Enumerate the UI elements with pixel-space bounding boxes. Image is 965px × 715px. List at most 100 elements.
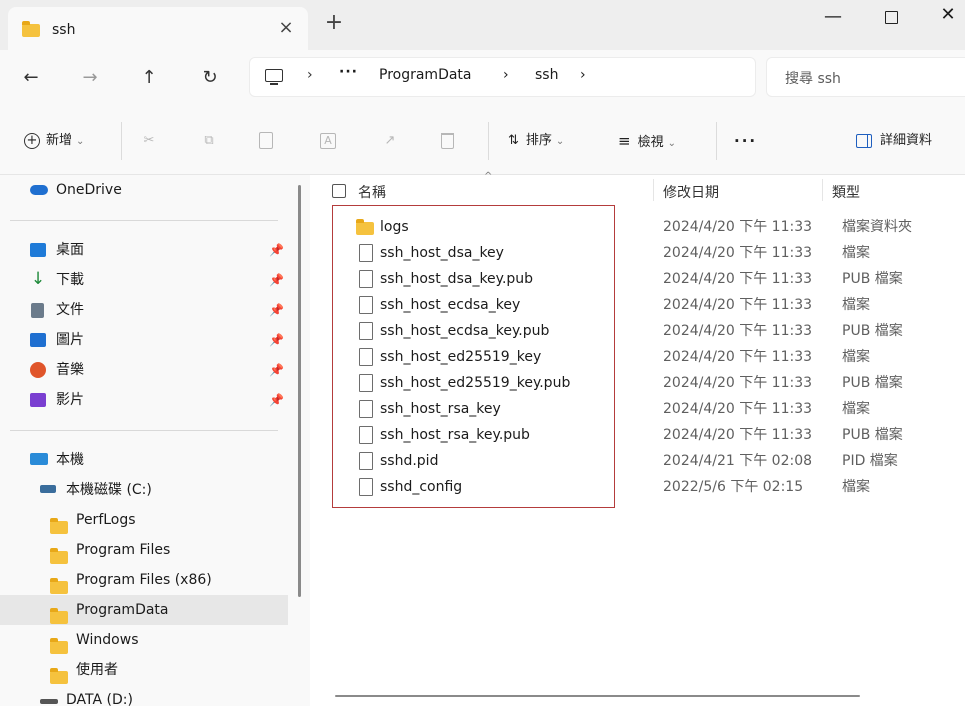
- sidebar-item-drive-d[interactable]: DATA (D:): [0, 685, 288, 715]
- file-icon: [359, 478, 373, 496]
- up-button[interactable]: ↑: [135, 64, 163, 92]
- breadcrumb-separator[interactable]: ›: [503, 67, 509, 83]
- delete-button[interactable]: [441, 128, 454, 154]
- cloud-icon: [30, 185, 48, 195]
- new-button[interactable]: + 新增 ⌄: [24, 128, 84, 154]
- sidebar-item-label: 本機磁碟 (C:): [66, 482, 152, 498]
- sidebar-item-windows[interactable]: Windows: [0, 625, 288, 655]
- file-type: 檔案: [842, 297, 870, 313]
- sidebar-item-program-files[interactable]: Program Files: [0, 535, 288, 565]
- sidebar-item-documents[interactable]: 文件 📌: [0, 295, 288, 325]
- sidebar-item-label: 圖片: [56, 332, 84, 348]
- paste-button[interactable]: [259, 128, 273, 154]
- file-icon: [359, 296, 373, 314]
- view-button[interactable]: ≡ 檢視 ⌄: [618, 128, 676, 154]
- column-divider[interactable]: [822, 179, 823, 201]
- details-pane-button[interactable]: 詳細資料: [856, 128, 932, 154]
- table-row[interactable]: sshd.pid 2024/4/21 下午 02:08 PID 檔案: [310, 448, 965, 474]
- table-row[interactable]: ssh_host_dsa_key 2024/4/20 下午 11:33 檔案: [310, 240, 965, 266]
- sidebar-item-desktop[interactable]: 桌面 📌: [0, 235, 288, 265]
- file-type: 檔案: [842, 479, 870, 495]
- table-row[interactable]: ssh_host_ed25519_key 2024/4/20 下午 11:33 檔案: [310, 344, 965, 370]
- divider: [121, 122, 122, 160]
- pin-icon[interactable]: 📌: [269, 325, 284, 355]
- table-row[interactable]: ssh_host_ecdsa_key.pub 2024/4/20 下午 11:33…: [310, 318, 965, 344]
- sidebar-item-programdata[interactable]: ProgramData: [0, 595, 288, 625]
- file-type: PUB 檔案: [842, 323, 903, 339]
- maximize-button[interactable]: [876, 4, 906, 30]
- sort-button[interactable]: ⇅ 排序 ⌄: [508, 128, 564, 154]
- table-row[interactable]: ssh_host_rsa_key 2024/4/20 下午 11:33 檔案: [310, 396, 965, 422]
- search-placeholder: 搜尋 ssh: [785, 71, 841, 87]
- address-bar[interactable]: › ··· ProgramData › ssh ›: [249, 57, 756, 97]
- column-header-name[interactable]: 名稱: [358, 182, 386, 202]
- maximize-icon: [885, 11, 898, 24]
- close-window-button[interactable]: ✕: [933, 4, 963, 25]
- table-row[interactable]: ssh_host_dsa_key.pub 2024/4/20 下午 11:33 PU…: [310, 266, 965, 292]
- pin-icon[interactable]: 📌: [269, 265, 284, 295]
- divider: [716, 122, 717, 160]
- select-all-checkbox[interactable]: [332, 184, 346, 198]
- sidebar-item-label: 使用者: [76, 662, 118, 678]
- file-type: PUB 檔案: [842, 271, 903, 287]
- sidebar-item-pictures[interactable]: 圖片 📌: [0, 325, 288, 355]
- horizontal-scrollbar[interactable]: [335, 695, 860, 697]
- drive-icon: [40, 485, 56, 493]
- column-header-date[interactable]: 修改日期: [663, 182, 719, 202]
- table-row[interactable]: ssh_host_ed25519_key.pub 2024/4/20 下午 11:…: [310, 370, 965, 396]
- back-button[interactable]: ←: [17, 64, 45, 92]
- more-options-button[interactable]: ···: [734, 128, 757, 154]
- sidebar-item-onedrive[interactable]: OneDrive: [0, 175, 288, 205]
- pin-icon[interactable]: 📌: [269, 295, 284, 325]
- table-row[interactable]: sshd_config 2022/5/6 下午 02:15 檔案: [310, 474, 965, 500]
- sidebar-item-downloads[interactable]: ↓ 下載 📌: [0, 265, 288, 295]
- file-type: 檔案: [842, 349, 870, 365]
- forward-button[interactable]: →: [76, 64, 104, 92]
- minimize-button[interactable]: —: [818, 6, 848, 27]
- sidebar-item-videos[interactable]: 影片 📌: [0, 385, 288, 415]
- sidebar-item-this-pc[interactable]: 本機: [0, 445, 288, 475]
- sidebar-item-music[interactable]: 音樂 📌: [0, 355, 288, 385]
- close-tab-icon[interactable]: ×: [274, 17, 298, 38]
- breadcrumb-separator[interactable]: ›: [580, 67, 586, 83]
- sidebar-item-label: DATA (D:): [66, 692, 133, 708]
- this-pc-icon[interactable]: [265, 69, 283, 85]
- file-icon: [359, 322, 373, 340]
- refresh-button[interactable]: ↻: [196, 64, 224, 92]
- tab-title: ssh: [52, 22, 76, 38]
- tab-ssh[interactable]: ssh ×: [8, 7, 308, 50]
- copy-button[interactable]: ⧉: [200, 128, 218, 154]
- file-type: PID 檔案: [842, 453, 898, 469]
- rename-button[interactable]: A: [320, 128, 336, 154]
- sidebar-item-drive-c[interactable]: 本機磁碟 (C:): [0, 475, 288, 505]
- pin-icon[interactable]: 📌: [269, 385, 284, 415]
- file-type: 檔案資料夾: [842, 219, 912, 235]
- sidebar-item-perflogs[interactable]: PerfLogs: [0, 505, 288, 535]
- file-name: ssh_host_ed25519_key.pub: [380, 375, 571, 391]
- table-row[interactable]: ssh_host_rsa_key.pub 2024/4/20 下午 11:33 PU…: [310, 422, 965, 448]
- sidebar-scrollbar-thumb[interactable]: [298, 185, 301, 597]
- plus-circle-icon: +: [24, 132, 40, 149]
- column-divider[interactable]: [653, 179, 654, 201]
- sidebar-item-users[interactable]: 使用者: [0, 655, 288, 685]
- share-button[interactable]: ↗: [381, 128, 399, 154]
- cut-button[interactable]: ✂: [140, 128, 158, 154]
- breadcrumb-separator[interactable]: ›: [307, 67, 313, 83]
- pin-icon[interactable]: 📌: [269, 355, 284, 385]
- breadcrumb-ssh[interactable]: ssh: [535, 67, 558, 83]
- search-input[interactable]: 搜尋 ssh: [766, 57, 965, 97]
- address-row: ← → ↑ ↻ › ··· ProgramData › ssh › 搜尋 ssh: [0, 50, 965, 106]
- sidebar-item-program-files-x86[interactable]: Program Files (x86): [0, 565, 288, 595]
- table-row[interactable]: logs 2024/4/20 下午 11:33 檔案資料夾: [310, 214, 965, 240]
- sidebar-item-label: ProgramData: [76, 602, 169, 618]
- breadcrumb-more[interactable]: ···: [339, 64, 358, 80]
- breadcrumb-programdata[interactable]: ProgramData: [379, 67, 472, 83]
- share-icon: ↗: [384, 132, 396, 148]
- file-date: 2024/4/20 下午 11:33: [663, 219, 813, 235]
- column-header-type[interactable]: 類型: [832, 182, 860, 202]
- table-row[interactable]: ssh_host_ecdsa_key 2024/4/20 下午 11:33 檔案: [310, 292, 965, 318]
- pin-icon[interactable]: 📌: [269, 235, 284, 265]
- new-tab-button[interactable]: +: [322, 12, 346, 34]
- sort-icon: ⇅: [508, 133, 519, 148]
- file-type: 檔案: [842, 245, 870, 261]
